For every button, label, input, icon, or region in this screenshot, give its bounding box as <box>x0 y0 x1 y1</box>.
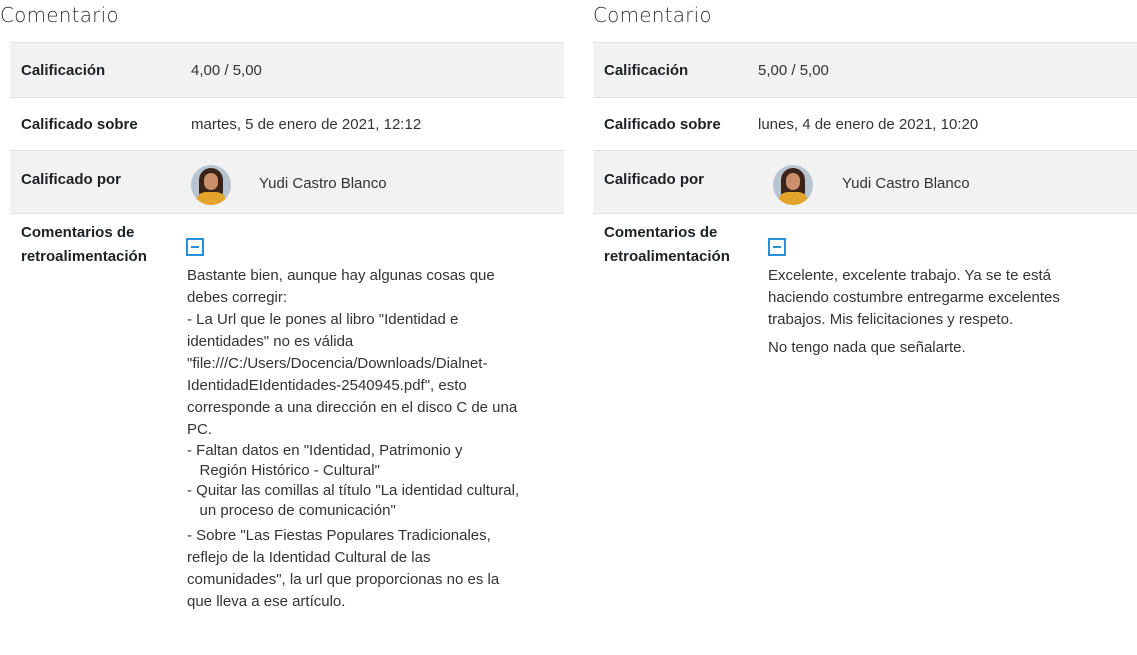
graded-by-row: Calificado por Yudi Castro Blanco <box>593 150 1137 213</box>
grade-value: 5,00 / 5,00 <box>758 62 829 79</box>
feedback-line: IdentidadEIdentidades-2540945.pdf", esto <box>187 377 467 394</box>
grader-avatar[interactable] <box>191 165 231 205</box>
grade-value: 4,00 / 5,00 <box>191 62 262 79</box>
graded-by-row: Calificado por Yudi Castro Blanco <box>10 150 564 213</box>
panel-heading: Comentario <box>0 3 119 27</box>
feedback-line: identidades" no es válida <box>187 333 354 350</box>
collapse-feedback-icon[interactable] <box>768 238 786 256</box>
grade-label: Calificación <box>604 62 689 79</box>
feedback-text: Bastante bien, aunque hay algunas cosas … <box>187 265 567 613</box>
graded-by-label: Calificado por <box>21 171 122 188</box>
grader-name[interactable]: Yudi Castro Blanco <box>842 175 970 192</box>
grade-label: Calificación <box>21 62 106 79</box>
grader-name[interactable]: Yudi Castro Blanco <box>259 175 387 192</box>
feedback-label-line-1: Comentarios de <box>604 224 718 241</box>
feedback-line: comunidades", la url que proporcionas no… <box>187 571 500 588</box>
feedback-line: que lleva a ese artículo. <box>187 593 346 610</box>
graded-on-value: martes, 5 de enero de 2021, 12:12 <box>191 116 422 133</box>
feedback-line: haciendo costumbre entregarme excelentes <box>768 289 1060 306</box>
feedback-label-line-2: retroalimentación <box>21 248 147 265</box>
feedback-line: un proceso de comunicación" <box>187 502 396 519</box>
feedback-line: "file:///C:/Users/Docencia/Downloads/Dia… <box>187 355 488 372</box>
grade-row: Calificación 5,00 / 5,00 <box>593 42 1137 97</box>
feedback-line: debes corregir: <box>187 289 288 306</box>
feedback-label-line-2: retroalimentación <box>604 248 730 265</box>
graded-on-row: Calificado sobre martes, 5 de enero de 2… <box>10 97 564 150</box>
graded-on-label: Calificado sobre <box>21 116 138 133</box>
feedback-line: reflejo de la Identidad Cultural de las <box>187 549 431 566</box>
feedback-line: - Sobre "Las Fiestas Populares Tradicion… <box>187 527 491 544</box>
collapse-feedback-icon[interactable] <box>186 238 204 256</box>
graded-by-label: Calificado por <box>604 171 705 188</box>
graded-on-row: Calificado sobre lunes, 4 de enero de 20… <box>593 97 1137 150</box>
graded-on-label: Calificado sobre <box>604 116 721 133</box>
feedback-line: corresponde a una dirección en el disco … <box>187 399 518 416</box>
feedback-line: - Quitar las comillas al título "La iden… <box>187 482 520 499</box>
feedback-line: Región Histórico - Cultural" <box>187 462 380 479</box>
panel-heading: Comentario <box>593 3 712 27</box>
feedback-line: PC. <box>187 421 213 438</box>
feedback-text: Excelente, excelente trabajo. Ya se te e… <box>768 265 1128 359</box>
feedback-line: Bastante bien, aunque hay algunas cosas … <box>187 267 495 284</box>
feedback-line: - Faltan datos en "Identidad, Patrimonio… <box>187 442 463 459</box>
feedback-line: - La Url que le pones al libro "Identida… <box>187 311 459 328</box>
feedback-row: Comentarios de retroalimentación Bastant… <box>10 213 564 655</box>
grade-row: Calificación 4,00 / 5,00 <box>10 42 564 97</box>
feedback-row: Comentarios de retroalimentación Excelen… <box>593 213 1137 655</box>
grader-avatar[interactable] <box>773 165 813 205</box>
feedback-label-line-1: Comentarios de <box>21 224 135 241</box>
feedback-line: No tengo nada que señalarte. <box>768 339 966 356</box>
feedback-line: trabajos. Mis felicitaciones y respeto. <box>768 311 1014 328</box>
feedback-line: Excelente, excelente trabajo. Ya se te e… <box>768 267 1051 284</box>
graded-on-value: lunes, 4 de enero de 2021, 10:20 <box>758 116 979 133</box>
